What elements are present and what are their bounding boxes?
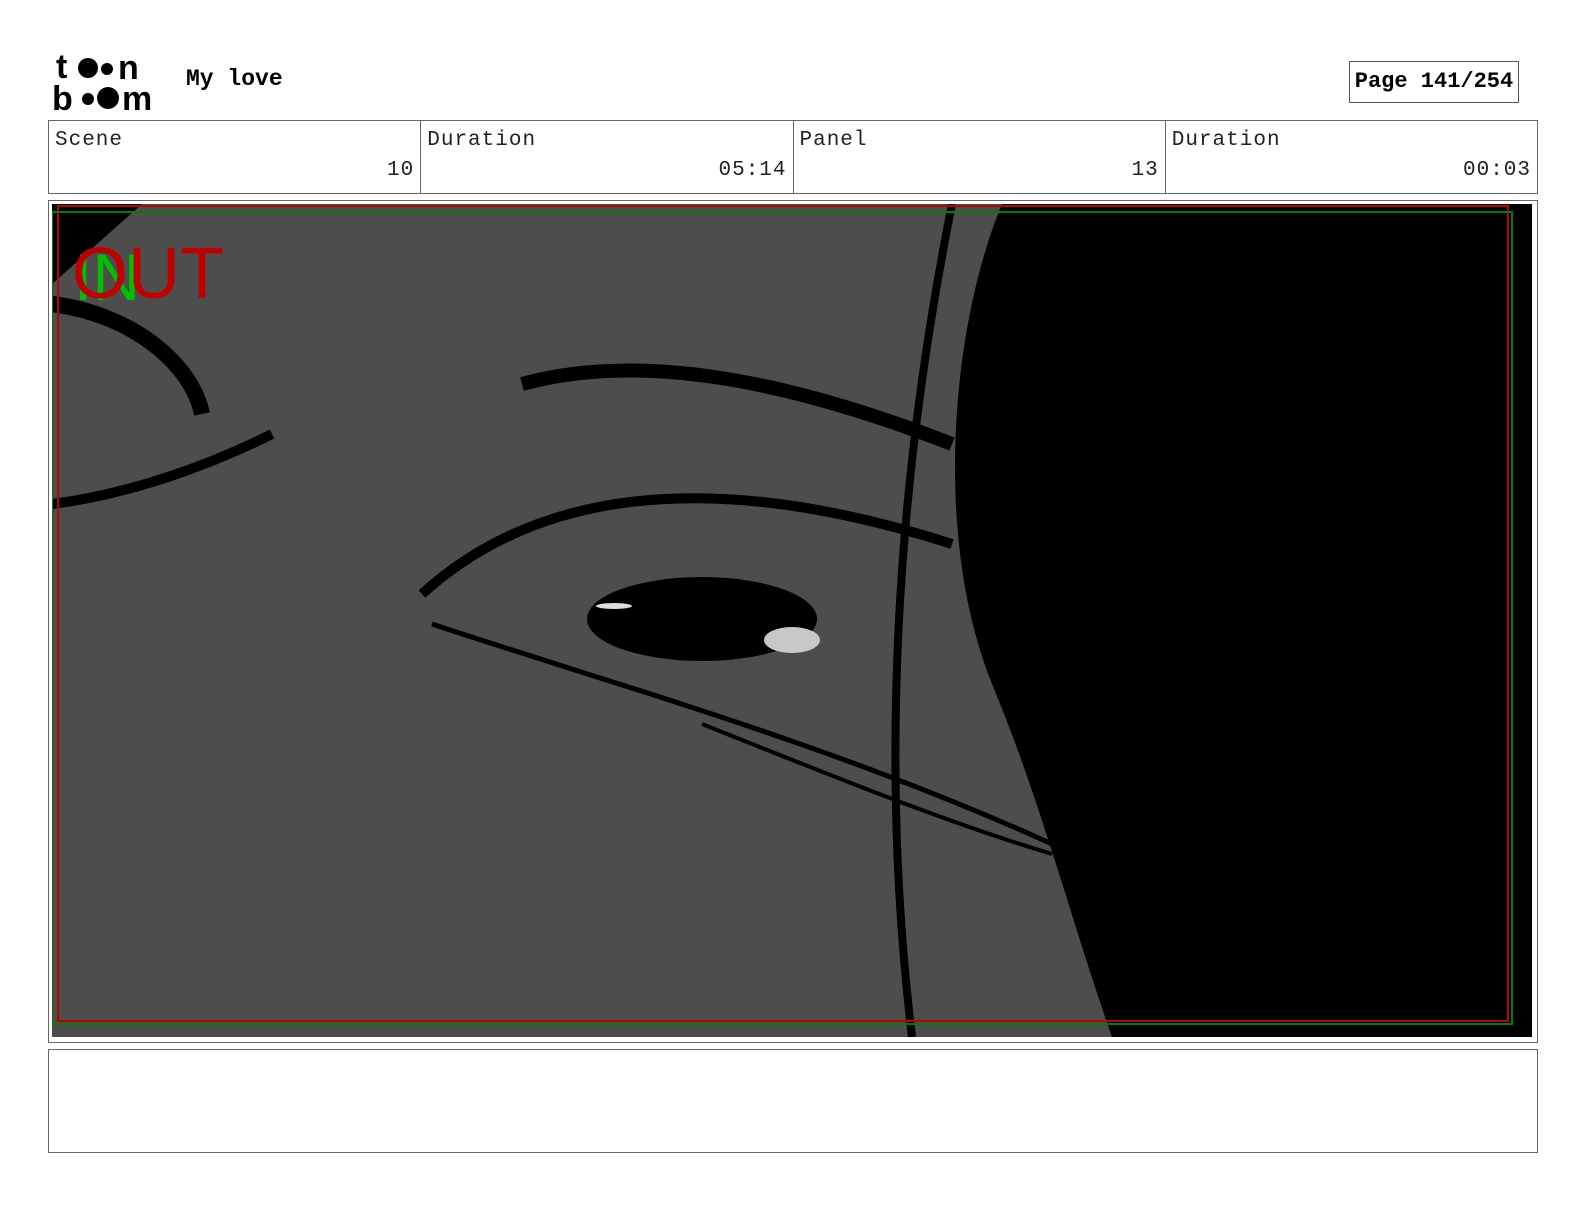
scene-value: 10 [387,159,415,182]
scene-duration-label: Duration [427,129,537,152]
panel-image: IN OUT [52,204,1532,1037]
out-marker: OUT [72,234,224,314]
svg-text:b: b [52,80,73,112]
notes-box [48,1049,1538,1153]
scene-info-bar: Scene 10 Duration 05:14 Panel 13 Duration 00… [48,120,1538,194]
scene-duration-value: 05:14 [718,159,787,182]
svg-text:m: m [122,80,152,112]
panel-cell: Panel 13 [794,121,1166,193]
project-title: My love [186,66,283,92]
scene-duration-cell: Duration 05:14 [421,121,794,193]
panel-duration-label: Duration [1171,129,1281,152]
scene-cell: Scene 10 [49,121,422,193]
page-indicator: Page 141/254 [1349,61,1519,103]
scene-label: Scene [55,129,124,152]
toon-boom-logo: t n b m [52,50,152,112]
sketch-drawing: IN OUT [52,204,1532,1037]
panel-value: 13 [1131,159,1159,182]
panel-duration-value: 00:03 [1462,159,1531,182]
panel-label: Panel [799,129,868,152]
panel-duration-cell: Duration 00:03 [1166,121,1537,193]
